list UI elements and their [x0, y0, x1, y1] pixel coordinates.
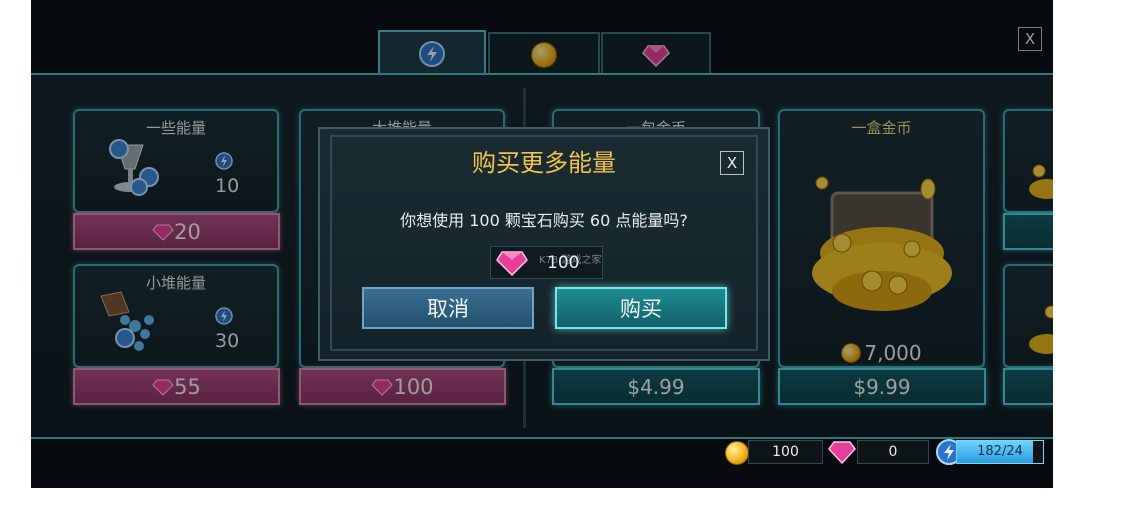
coin-balance: 100 — [748, 440, 823, 464]
dialog-title: 购买更多能量 — [472, 149, 616, 177]
gem-icon — [496, 250, 528, 276]
cancel-button[interactable]: 取消 — [362, 287, 534, 329]
coin-icon — [725, 441, 749, 465]
buy-button[interactable]: 购买 — [555, 287, 727, 329]
dialog-message: 你想使用 100 颗宝石购买 60 点能量吗? — [400, 211, 688, 230]
gem-cost: 100 K73 游戏之家 — [490, 246, 603, 279]
game-screen: X 一些能量 10 20 小堆能量 30 55 100 $4.99 一盒金币 7… — [31, 0, 1053, 488]
gem-balance: 0 — [857, 440, 929, 464]
watermark: K73 游戏之家 — [539, 255, 602, 266]
energy-meter: 182/24 — [956, 440, 1044, 464]
energy-value: 182/24 — [977, 444, 1023, 459]
purchase-energy-dialog: 购买更多能量 X 你想使用 100 颗宝石购买 60 点能量吗? 100 K73… — [318, 127, 770, 361]
dialog-close-button[interactable]: X — [720, 151, 744, 175]
gem-icon — [828, 441, 856, 465]
